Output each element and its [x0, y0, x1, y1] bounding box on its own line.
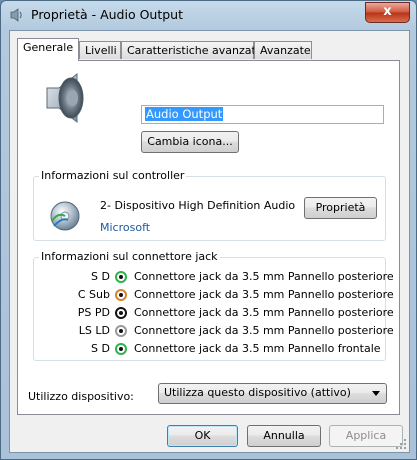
tab-label: Livelli [85, 44, 117, 57]
controller-maker: Microsoft [100, 221, 151, 234]
device-usage-select[interactable]: Utilizza questo dispositivo (attivo) [158, 383, 387, 404]
chevron-down-icon [372, 391, 380, 396]
jack-row: PS PD Connettore jack da 3.5 mm Pannello … [34, 304, 394, 322]
jack-channel: S D [91, 342, 110, 355]
device-name-input[interactable]: Audio Output [141, 105, 384, 124]
title-bar[interactable]: Proprietà - Audio Output x [1, 1, 416, 29]
device-usage-label: Utilizzo dispositivo: [28, 390, 134, 403]
window-title: Proprietà - Audio Output [31, 7, 184, 22]
jack-row: S D Connettore jack da 3.5 mm Pannello fr… [34, 340, 381, 358]
jack-color-icon [115, 325, 127, 337]
jack-color-icon [115, 343, 127, 355]
jack-channel: LS LD [78, 324, 110, 337]
jack-row: C Sub Connettore jack da 3.5 mm Pannello … [34, 286, 394, 304]
tab-generale[interactable]: Generale [17, 38, 79, 61]
change-icon-label: Cambia icona... [147, 135, 233, 148]
tab-label: Generale [23, 41, 74, 54]
apply-button[interactable]: Applica [329, 425, 403, 447]
device-usage-value: Utilizza questo dispositivo (attivo) [164, 386, 351, 399]
jack-description: Connettore jack da 3.5 mm Pannello poste… [134, 270, 394, 283]
tab-label: Caratteristiche avanzate [127, 44, 263, 57]
cancel-label: Annulla [263, 429, 305, 442]
close-button[interactable]: x [365, 2, 410, 23]
dialog-body: Generale Livelli Caratteristiche avanzat… [9, 30, 410, 453]
jack-description: Connettore jack da 3.5 mm Pannello poste… [134, 306, 394, 319]
jack-description: Connettore jack da 3.5 mm Pannello poste… [134, 324, 394, 337]
jack-channel: C Sub [77, 288, 110, 301]
jack-row: S D Connettore jack da 3.5 mm Pannello po… [34, 268, 394, 286]
device-name-value: Audio Output [145, 107, 224, 121]
speaker-icon [46, 72, 84, 124]
jack-color-icon [115, 307, 127, 319]
jack-description: Connettore jack da 3.5 mm Pannello poste… [134, 288, 394, 301]
jack-channel: PS PD [77, 306, 110, 319]
jack-description: Connettore jack da 3.5 mm Pannello front… [134, 342, 381, 355]
jack-info-group: Informazioni sul connettore jack S D Conn… [33, 250, 394, 361]
cancel-button[interactable]: Annulla [247, 425, 321, 447]
properties-label: Proprietà [315, 201, 366, 214]
jack-row: LS LD Connettore jack da 3.5 mm Pannello … [34, 322, 394, 340]
tab-avanzate[interactable]: Avanzate [254, 41, 312, 59]
jack-color-icon [115, 289, 127, 301]
audio-controller-icon [50, 201, 80, 231]
apply-label: Applica [345, 429, 387, 442]
ok-button[interactable]: OK [167, 425, 238, 447]
close-icon: x [383, 4, 392, 19]
jack-color-icon [115, 271, 127, 283]
speaker-icon [10, 8, 22, 22]
jack-group-title: Informazioni sul connettore jack [39, 250, 220, 263]
tab-panel-generale: Audio Output Cambia icona... Informazion… [17, 60, 400, 415]
ok-label: OK [194, 429, 211, 442]
change-icon-button[interactable]: Cambia icona... [141, 131, 239, 153]
tab-livelli[interactable]: Livelli [79, 41, 121, 59]
resize-grip-icon[interactable] [396, 439, 407, 450]
controller-info-group: Informazioni sul controller 2- Dispositi… [33, 169, 386, 241]
controller-name: 2- Dispositivo High Definition Audio [100, 199, 296, 212]
controller-properties-button[interactable]: Proprietà [304, 197, 377, 219]
tab-label: Avanzate [260, 44, 311, 57]
properties-window: Proprietà - Audio Output x Generale Live… [0, 0, 417, 460]
jack-channel: S D [91, 270, 110, 283]
controller-group-title: Informazioni sul controller [39, 169, 187, 182]
tab-caratteristiche-avanzate[interactable]: Caratteristiche avanzate [121, 41, 263, 59]
